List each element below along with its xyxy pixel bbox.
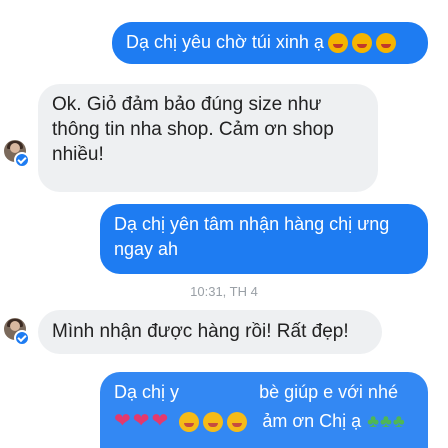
outgoing-message[interactable]: Dạ chị yêu chờ túi xinh ạ [112,22,428,64]
message-text: Dạ chị yên tâm nhận hàng chị ưng ngay ah [114,214,390,259]
incoming-message[interactable]: Ok. Giỏ đảm bảo đúng size như thông tin … [38,84,378,192]
laughing-face-emoji-icon [351,33,372,54]
chat-thread: Dạ chị yêu chờ túi xinh ạ Ok. Giỏ đảm bả… [0,0,448,448]
timestamp: 10:31, TH 4 [190,284,258,299]
outgoing-message[interactable]: Dạ chị y bè giúp e với nhé ❤ ❤ ❤ ảm ơn Chị… [100,372,428,448]
incoming-message[interactable]: Mình nhận được hàng rồi! Rất đẹp! [38,310,382,354]
laughing-face-emoji-icon [203,412,224,433]
clover-emoji-icon: ♣ [380,411,392,431]
heart-emoji-icon: ❤ [132,410,150,432]
clover-emoji-icon: ♣ [392,411,405,431]
messenger-badge-icon [14,152,30,168]
heart-emoji-icon: ❤ [151,410,169,432]
laughing-face-emoji-icon [179,412,200,433]
message-text: Dạ chị yêu chờ túi xinh ạ [126,32,324,52]
messenger-badge-icon [14,330,30,346]
message-text: bè giúp e với nhé [259,382,398,402]
message-text: Ok. Giỏ đảm bảo đúng size như thông tin … [52,94,334,165]
message-text: Mình nhận được hàng rồi! Rất đẹp! [52,321,349,342]
message-text: ảm ơn Chị ạ [262,411,362,431]
heart-emoji-icon: ❤ [114,410,131,432]
laughing-face-emoji-icon [227,412,248,433]
outgoing-message[interactable]: Dạ chị yên tâm nhận hàng chị ưng ngay ah [100,204,428,274]
clover-emoji-icon: ♣ [367,411,379,431]
laughing-face-emoji-icon [375,33,396,54]
laughing-face-emoji-icon [327,33,348,54]
message-text: Dạ chị y [114,382,180,402]
